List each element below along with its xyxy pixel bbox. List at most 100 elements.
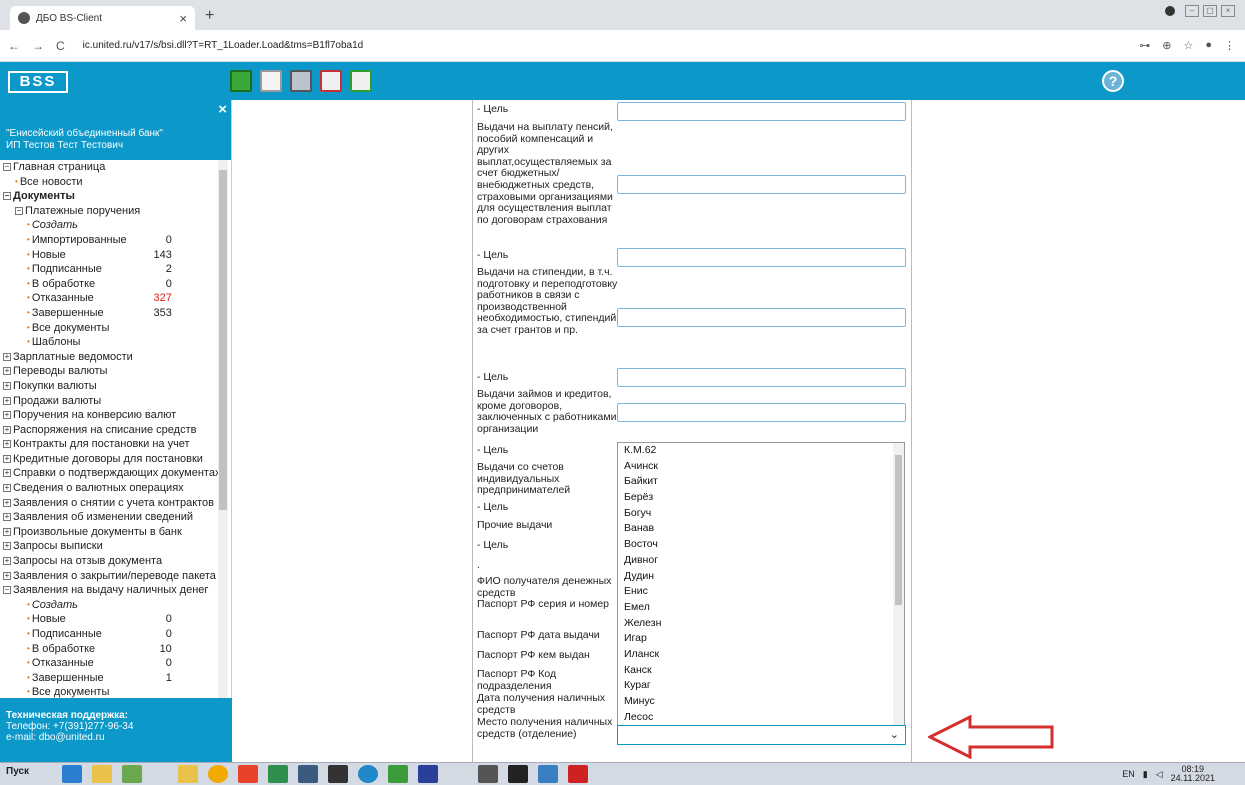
opera-icon[interactable] <box>238 765 258 783</box>
tree-item[interactable]: − Главная страница <box>3 160 232 175</box>
tree-item[interactable]: • Отказанные 327 <box>3 291 232 306</box>
dropdown-option[interactable]: Емел <box>618 600 904 616</box>
dropdown-option[interactable]: Байкит <box>618 474 904 490</box>
tree-item[interactable]: • Новые 143 <box>3 248 232 263</box>
account-icon[interactable]: ● <box>1205 39 1212 52</box>
tree-item[interactable]: • Новые 0 <box>3 612 232 627</box>
back-button[interactable]: ← <box>8 39 20 53</box>
expand-icon[interactable]: + <box>3 513 11 522</box>
tree-item[interactable]: + Заявления о снятии с учета контрактов <box>3 496 232 511</box>
expand-icon[interactable]: + <box>3 484 11 493</box>
purpose-input-2[interactable] <box>617 248 906 267</box>
dropdown-option[interactable]: Минус <box>618 694 904 710</box>
tree-item[interactable]: • В обработке 10 <box>3 642 232 657</box>
app-icon[interactable] <box>388 765 408 783</box>
dropdown-option[interactable]: К.М.62 <box>618 443 904 459</box>
app-icon[interactable] <box>328 765 348 783</box>
browser-menu-icon[interactable]: ⋮ <box>1224 39 1235 52</box>
pdf-icon[interactable] <box>568 765 588 783</box>
tree-item[interactable]: • Завершенные 353 <box>3 306 232 321</box>
expand-icon[interactable]: + <box>3 454 11 463</box>
dropdown-scrollbar[interactable] <box>893 443 904 725</box>
tree-item[interactable]: • Создать <box>3 598 232 613</box>
browser-tab[interactable]: ДБО BS-Client × <box>10 6 195 30</box>
expand-icon[interactable]: + <box>3 425 11 434</box>
forward-button[interactable]: → <box>32 39 44 53</box>
expand-icon[interactable]: + <box>3 542 11 551</box>
collapse-icon[interactable]: − <box>15 206 23 215</box>
save-icon[interactable] <box>230 70 252 92</box>
dropdown-option[interactable]: Лесос <box>618 710 904 725</box>
ie-icon[interactable] <box>62 765 82 783</box>
loans-input[interactable] <box>617 403 906 422</box>
tree-item[interactable]: + Кредитные договоры для постановки <box>3 452 232 467</box>
tree-item[interactable]: + Покупки валюты <box>3 379 232 394</box>
expand-icon[interactable]: + <box>3 381 11 390</box>
app-icon[interactable] <box>478 765 498 783</box>
zoom-icon[interactable]: ⊕ <box>1162 39 1171 52</box>
tree-item[interactable]: + Справки о подтверждающих документах <box>3 466 232 481</box>
dropdown-option[interactable]: Богуч <box>618 506 904 522</box>
tree-item[interactable]: + Поручения на конверсию валют <box>3 408 232 423</box>
profile-icon[interactable] <box>1165 6 1175 16</box>
tree-item[interactable]: + Продажи валюты <box>3 394 232 409</box>
expand-icon[interactable]: + <box>3 498 11 507</box>
copy-document-icon[interactable] <box>260 70 282 92</box>
tree-item[interactable]: • Создать <box>3 218 232 233</box>
help-icon[interactable]: ? <box>1102 70 1124 92</box>
tree-item[interactable]: − Платежные поручения <box>3 204 232 219</box>
tree-item[interactable]: • Шаблоны <box>3 335 232 350</box>
url-field[interactable]: ic.united.ru/v17/s/bsi.dll?T=RT_1Loader.… <box>83 40 364 51</box>
scrollbar-thumb[interactable] <box>219 170 227 510</box>
branch-select[interactable]: ⌄ <box>617 725 906 745</box>
tree-item[interactable]: + Контракты для постановки на учет <box>3 437 232 452</box>
collapse-icon[interactable]: − <box>3 163 11 171</box>
terminal-icon[interactable] <box>508 765 528 783</box>
tree-item[interactable]: + Заявления об изменении сведений <box>3 510 232 525</box>
chrome-icon[interactable] <box>208 765 228 783</box>
folder-icon[interactable] <box>92 765 112 783</box>
tree-item[interactable]: + Зарплатные ведомости <box>3 350 232 365</box>
tree-item[interactable]: • Все документы <box>3 321 232 336</box>
dropdown-option[interactable]: Иланск <box>618 647 904 663</box>
app-icon[interactable] <box>418 765 438 783</box>
dropdown-option[interactable]: Ачинск <box>618 459 904 475</box>
close-sidebar-icon[interactable]: × <box>218 102 227 117</box>
dropdown-scrollbar-thumb[interactable] <box>895 455 902 605</box>
clock[interactable]: 08:19 24.11.2021 <box>1171 765 1215 783</box>
purpose-input-3[interactable] <box>617 368 906 387</box>
dropdown-option[interactable]: Железн <box>618 616 904 632</box>
sidebar-scrollbar[interactable] <box>218 160 228 698</box>
bookmark-star-icon[interactable]: ☆ <box>1183 39 1193 52</box>
expand-icon[interactable]: + <box>3 557 11 566</box>
tree-item[interactable]: • Завершенные 1 <box>3 671 232 686</box>
tree-item[interactable]: + Запросы на отзыв документа <box>3 554 232 569</box>
tree-item[interactable]: • Импортированные 0 <box>3 233 232 248</box>
tree-item[interactable]: • Отказанные 0 <box>3 656 232 671</box>
expand-icon[interactable]: + <box>3 396 11 405</box>
tree-item[interactable]: + Сведения о валютных операциях <box>3 481 232 496</box>
expand-icon[interactable]: + <box>3 571 11 580</box>
print-icon[interactable] <box>290 70 312 92</box>
tab-close-icon[interactable]: × <box>179 11 187 26</box>
expand-icon[interactable]: + <box>3 411 11 420</box>
expand-icon[interactable]: + <box>3 352 11 361</box>
dropdown-option[interactable]: Ванав <box>618 521 904 537</box>
dropdown-option[interactable]: Игар <box>618 631 904 647</box>
tree-item[interactable]: + Запросы выписки <box>3 539 232 554</box>
new-tab-button[interactable]: + <box>205 7 214 25</box>
expand-icon[interactable]: + <box>3 367 11 376</box>
export-green-icon[interactable] <box>350 70 372 92</box>
tree-item[interactable]: • Подписанные 0 <box>3 627 232 642</box>
start-button[interactable]: Пуск <box>6 766 29 777</box>
network-icon[interactable]: ▮ <box>1143 769 1148 780</box>
tree-item[interactable]: − Документы <box>3 189 232 204</box>
tree-item[interactable]: • Подписанные 2 <box>3 262 232 277</box>
collapse-icon[interactable]: − <box>3 192 11 201</box>
minimize-button[interactable]: – <box>1185 5 1199 17</box>
language-indicator[interactable]: EN <box>1122 769 1135 779</box>
app-icon[interactable] <box>298 765 318 783</box>
expand-icon[interactable]: + <box>3 469 11 478</box>
reload-button[interactable]: C <box>56 39 65 53</box>
app-icon[interactable] <box>268 765 288 783</box>
